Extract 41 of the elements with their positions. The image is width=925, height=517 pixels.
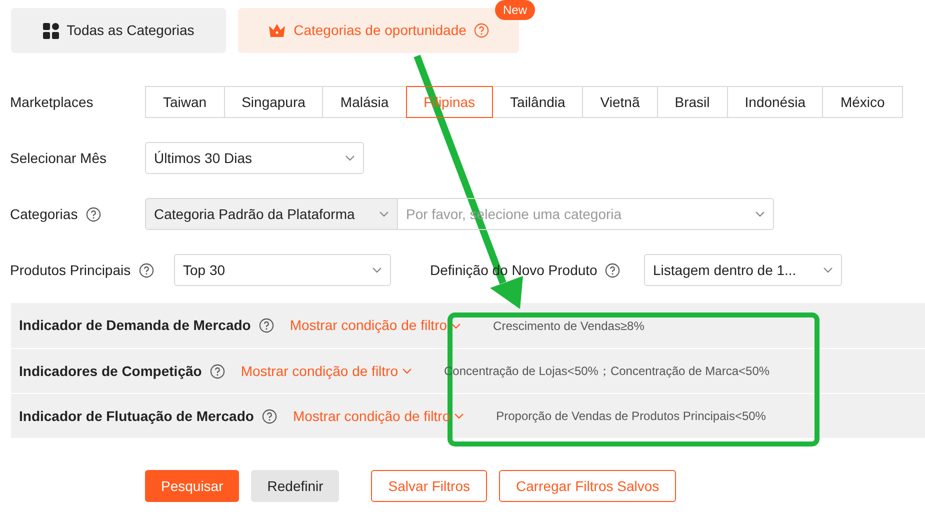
- marketplace-tab[interactable]: Taiwan: [145, 86, 225, 118]
- filter-condition: Crescimento de Vendas≥8%: [493, 318, 644, 334]
- dropdown-select[interactable]: Top 30: [174, 254, 391, 286]
- marketplace-tab[interactable]: Tailândia: [492, 86, 584, 118]
- help-icon[interactable]: [210, 364, 225, 378]
- indicator-title: Indicadores de Competição: [19, 362, 202, 381]
- field-label: Produtos Principais: [10, 260, 131, 280]
- chevron-down-icon: [454, 413, 464, 419]
- chevron-down-icon: [402, 368, 412, 374]
- indicator-title: Indicador de Flutuação de Mercado: [19, 406, 254, 426]
- indicator-title: Indicador de Demanda de Mercado: [19, 316, 251, 335]
- marketplace-tab[interactable]: Malásia: [322, 86, 407, 118]
- dropdown-select[interactable]: Últimos 30 Dias: [145, 142, 364, 174]
- help-icon[interactable]: [262, 408, 277, 424]
- help-icon[interactable]: [605, 262, 620, 278]
- help-icon[interactable]: [258, 318, 274, 333]
- filter-condition: Proporção de Vendas de Produtos Principais<50%: [496, 408, 766, 425]
- field-label: Definição do Novo Produto: [430, 260, 598, 280]
- crown-icon: [268, 23, 286, 38]
- chevron-down-icon: [823, 267, 833, 273]
- help-icon[interactable]: [138, 262, 154, 278]
- marketplace-tab[interactable]: Indonésia: [726, 86, 824, 118]
- field-label: Marketplaces: [10, 92, 94, 112]
- marketplace-tab[interactable]: Brasil: [656, 86, 728, 118]
- category-tab[interactable]: Todas as Categorias: [11, 8, 226, 53]
- action-button[interactable]: Redefinir: [251, 470, 340, 502]
- grid-icon: [42, 22, 59, 38]
- marketplace-tab[interactable]: México: [822, 86, 903, 118]
- field-label: Categorias: [10, 204, 78, 224]
- dropdown-select[interactable]: Listagem dentro de 1...: [644, 254, 842, 286]
- help-icon[interactable]: [86, 206, 101, 222]
- field-label: Selecionar Mês: [10, 148, 106, 168]
- dropdown-select[interactable]: Categoria Padrão da Plataforma: [145, 198, 398, 230]
- chevron-down-icon: [379, 211, 389, 217]
- chevron-down-icon: [345, 155, 355, 161]
- chevron-down-icon: [372, 267, 382, 273]
- marketplace-tab[interactable]: Vietnã: [582, 86, 658, 118]
- chevron-down-icon: [755, 211, 765, 217]
- chevron-down-icon: [451, 322, 462, 328]
- marketplace-tab[interactable]: Singapura: [224, 86, 324, 118]
- new-badge: New: [494, 0, 535, 20]
